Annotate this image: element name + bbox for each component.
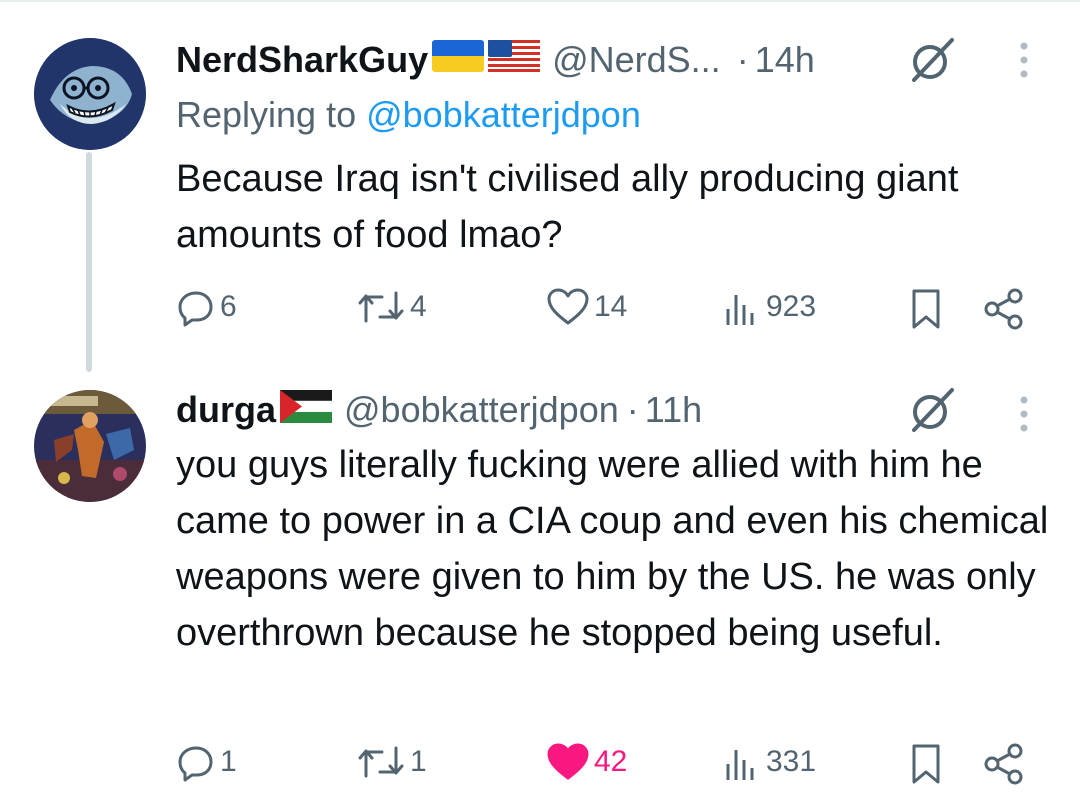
share-button[interactable] — [982, 287, 1026, 331]
reply-count: 1 — [220, 745, 237, 778]
reply-icon — [176, 287, 216, 327]
bookmark-icon — [908, 742, 944, 786]
like-button[interactable]: 42 — [546, 742, 627, 782]
usa-flag-icon — [488, 38, 541, 83]
separator-dot: · — [736, 39, 749, 80]
share-icon — [982, 742, 1026, 786]
share-button[interactable] — [982, 742, 1026, 786]
separator-dot: · — [626, 389, 639, 430]
share-icon — [982, 287, 1026, 331]
reply-button[interactable]: 1 — [176, 742, 237, 782]
views-count: 923 — [766, 290, 817, 323]
timestamp[interactable]: 11h — [645, 389, 702, 431]
retweet-icon — [356, 287, 406, 327]
views-icon — [722, 287, 762, 327]
action-bar: 1 1 42 331 — [0, 742, 1080, 792]
more-icon[interactable] — [1014, 40, 1034, 80]
tweet-durga[interactable]: durga @bobkatterjdpon · 11h you guys lit… — [0, 370, 1080, 810]
views-count: 331 — [766, 745, 817, 778]
action-bar: 6 4 14 923 — [0, 287, 1080, 337]
reply-icon — [176, 742, 216, 782]
avatar[interactable] — [34, 38, 146, 150]
author-name[interactable]: durga — [176, 389, 276, 431]
retweet-button[interactable]: 1 — [356, 742, 427, 782]
like-button[interactable]: 14 — [546, 287, 627, 327]
grok-icon[interactable] — [906, 384, 958, 436]
palestine-flag-icon — [279, 388, 333, 433]
retweet-button[interactable]: 4 — [356, 287, 427, 327]
retweet-count: 4 — [410, 290, 427, 323]
more-icon[interactable] — [1014, 394, 1034, 434]
tweet-header: NerdSharkGuy @NerdS... · 14h — [176, 36, 815, 84]
thread-line — [86, 152, 92, 372]
bookmark-button[interactable] — [908, 287, 944, 331]
author-handle[interactable]: @bobkatterjdpon — [344, 389, 619, 431]
like-icon — [546, 742, 590, 782]
like-icon — [546, 287, 590, 327]
tweet-nerdsharkguy[interactable]: NerdSharkGuy @NerdS... · 14h Replying to — [0, 0, 1080, 372]
views-button[interactable]: 923 — [722, 287, 816, 327]
replying-to-link[interactable]: @bobkatterjdpon — [366, 94, 641, 135]
like-count: 42 — [594, 745, 628, 778]
reply-count: 6 — [220, 290, 237, 323]
timestamp[interactable]: 14h — [755, 39, 815, 81]
tweet-text: Because Iraq isn't civilised ally produc… — [176, 158, 959, 256]
retweet-count: 1 — [410, 745, 427, 778]
replying-to: Replying to @bobkatterjdpon — [176, 94, 641, 136]
tweet-header: durga @bobkatterjdpon · 11h — [176, 386, 702, 434]
bookmark-button[interactable] — [908, 742, 944, 786]
grok-icon[interactable] — [906, 34, 958, 86]
ukraine-flag-icon — [432, 38, 485, 83]
author-name[interactable]: NerdSharkGuy — [176, 39, 428, 81]
reply-button[interactable]: 6 — [176, 287, 237, 327]
views-button[interactable]: 331 — [722, 742, 816, 782]
avatar[interactable] — [34, 390, 146, 502]
tweet-text: you guys literally fucking were allied w… — [176, 444, 1049, 654]
like-count: 14 — [594, 290, 628, 323]
bookmark-icon — [908, 287, 944, 331]
retweet-icon — [356, 742, 406, 782]
views-icon — [722, 742, 762, 782]
replying-prefix: Replying to — [176, 94, 367, 135]
author-handle[interactable]: @NerdS... — [552, 39, 721, 81]
